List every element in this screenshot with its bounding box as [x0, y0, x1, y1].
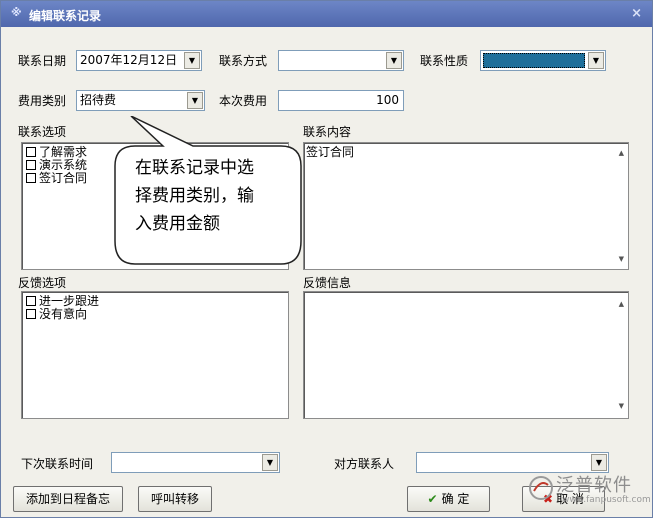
close-icon[interactable]: ×	[631, 6, 642, 21]
ok-button-label: 确 定	[441, 492, 470, 506]
contact-date-picker[interactable]: 2007年12月12日 ▼	[76, 50, 202, 71]
scroll-up-icon[interactable]: ▲	[619, 300, 624, 308]
contact-method-label: 联系方式	[219, 54, 268, 68]
contact-content-value: 签订合同	[306, 145, 355, 159]
add-to-schedule-button[interactable]: 添加到日程备忘	[13, 486, 123, 512]
scroll-down-icon[interactable]: ▼	[619, 402, 624, 410]
counterpart-contact-select[interactable]: ▼	[416, 452, 609, 473]
title-bar: ※ 编辑联系记录 ×	[1, 1, 652, 27]
next-contact-time-label: 下次联系时间	[21, 457, 94, 471]
expense-amount-input[interactable]: 100	[278, 90, 404, 111]
feedback-info-label: 反馈信息	[303, 276, 352, 290]
contact-nature-selected-swatch	[483, 53, 585, 68]
checkbox-icon[interactable]	[26, 160, 36, 170]
expense-type-label: 费用类别	[18, 94, 67, 108]
callout-line-3: 入费用金额	[135, 214, 220, 234]
tutorial-callout: 在联系记录中选 择费用类别，输 入费用金额	[113, 115, 303, 266]
chevron-down-icon[interactable]: ▼	[187, 92, 203, 109]
brand-logo-icon	[529, 476, 553, 500]
contact-nature-label: 联系性质	[420, 54, 469, 68]
contact-date-label: 联系日期	[18, 54, 67, 68]
window-title: 编辑联系记录	[29, 9, 102, 23]
call-transfer-button[interactable]: 呼叫转移	[138, 486, 212, 512]
watermark-brand: 泛普软件	[556, 475, 632, 496]
chevron-down-icon[interactable]: ▼	[588, 52, 604, 69]
expense-type-select[interactable]: 招待费 ▼	[76, 90, 205, 111]
contact-content-label: 联系内容	[303, 125, 352, 139]
check-icon: ✔	[427, 492, 438, 506]
checkbox-icon[interactable]	[26, 173, 36, 183]
callout-text: 在联系记录中选 择费用类别，输 入费用金额	[135, 154, 285, 238]
contact-options-label: 联系选项	[18, 125, 67, 139]
watermark-site: www.fanpusoft.com	[562, 495, 651, 505]
chevron-down-icon[interactable]: ▼	[262, 454, 278, 471]
checkbox-icon[interactable]	[26, 147, 36, 157]
chevron-down-icon[interactable]: ▼	[184, 52, 200, 69]
feedback-info-textarea[interactable]: ▲ ▼	[303, 291, 629, 419]
edit-contact-record-dialog: ※ 编辑联系记录 × 联系日期 2007年12月12日 ▼ 联系方式 ▼ 联系性…	[0, 0, 653, 518]
list-item[interactable]: 签订合同	[26, 172, 87, 185]
expense-amount-label: 本次费用	[219, 94, 268, 108]
list-item[interactable]: 没有意向	[26, 308, 87, 321]
watermark: 泛普软件 www.fanpusoft.com	[522, 471, 651, 511]
contact-content-textarea[interactable]: 签订合同 ▲ ▼	[303, 142, 629, 270]
checkbox-icon[interactable]	[26, 309, 36, 319]
counterpart-contact-label: 对方联系人	[334, 457, 395, 471]
callout-line-2: 择费用类别，输	[135, 186, 254, 206]
chevron-down-icon[interactable]: ▼	[386, 52, 402, 69]
contact-nature-select[interactable]: ▼	[480, 50, 606, 71]
window-icon: ※	[11, 6, 22, 19]
contact-method-select[interactable]: ▼	[278, 50, 404, 71]
checkbox-icon[interactable]	[26, 296, 36, 306]
expense-type-value: 招待费	[80, 93, 117, 107]
scroll-down-icon[interactable]: ▼	[619, 255, 624, 263]
feedback-options-list: 进一步跟进 没有意向	[21, 291, 289, 419]
feedback-options-label: 反馈选项	[18, 276, 67, 290]
contact-date-value: 2007年12月12日	[80, 53, 178, 67]
scroll-up-icon[interactable]: ▲	[619, 149, 624, 157]
chevron-down-icon[interactable]: ▼	[591, 454, 607, 471]
next-contact-time-picker[interactable]: ▼	[111, 452, 280, 473]
callout-line-1: 在联系记录中选	[135, 158, 254, 178]
ok-button[interactable]: ✔ 确 定	[407, 486, 490, 512]
